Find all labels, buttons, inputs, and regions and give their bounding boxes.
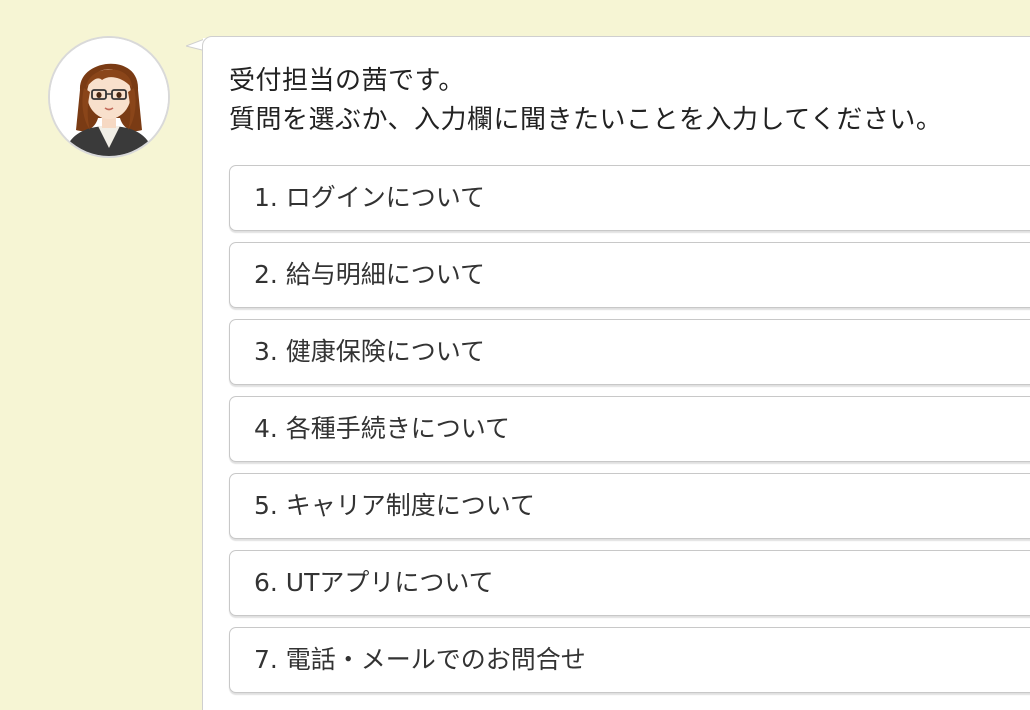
option-payslip[interactable]: 2. 給与明細について	[229, 242, 1030, 308]
receptionist-avatar-icon	[48, 36, 170, 158]
option-procedures[interactable]: 4. 各種手続きについて	[229, 396, 1030, 462]
option-career-system[interactable]: 5. キャリア制度について	[229, 473, 1030, 539]
option-ut-app[interactable]: 6. UTアプリについて	[229, 550, 1030, 616]
option-label: 2. 給与明細について	[254, 260, 486, 289]
message-line-2: 質問を選ぶか、入力欄に聞きたいことを入力してください。	[229, 105, 943, 135]
option-label: 6. UTアプリについて	[254, 568, 494, 597]
chat-window: 受付担当の茜です。 質問を選ぶか、入力欄に聞きたいことを入力してください。 1.…	[0, 0, 1030, 710]
option-contact[interactable]: 7. 電話・メールでのお問合せ	[229, 627, 1030, 693]
option-label: 3. 健康保険について	[254, 337, 486, 366]
option-login[interactable]: 1. ログインについて	[229, 165, 1030, 231]
message-line-1: 受付担当の茜です。	[229, 66, 465, 96]
quick-reply-options: 1. ログインについて 2. 給与明細について 3. 健康保険について 4. 各…	[229, 165, 1030, 704]
option-health-insurance[interactable]: 3. 健康保険について	[229, 319, 1030, 385]
option-label: 4. 各種手続きについて	[254, 414, 511, 443]
option-label: 5. キャリア制度について	[254, 491, 536, 520]
bot-message: 受付担当の茜です。 質問を選ぶか、入力欄に聞きたいことを入力してください。	[229, 62, 1019, 140]
option-label: 7. 電話・メールでのお問合せ	[254, 645, 586, 674]
option-label: 1. ログインについて	[254, 183, 486, 212]
